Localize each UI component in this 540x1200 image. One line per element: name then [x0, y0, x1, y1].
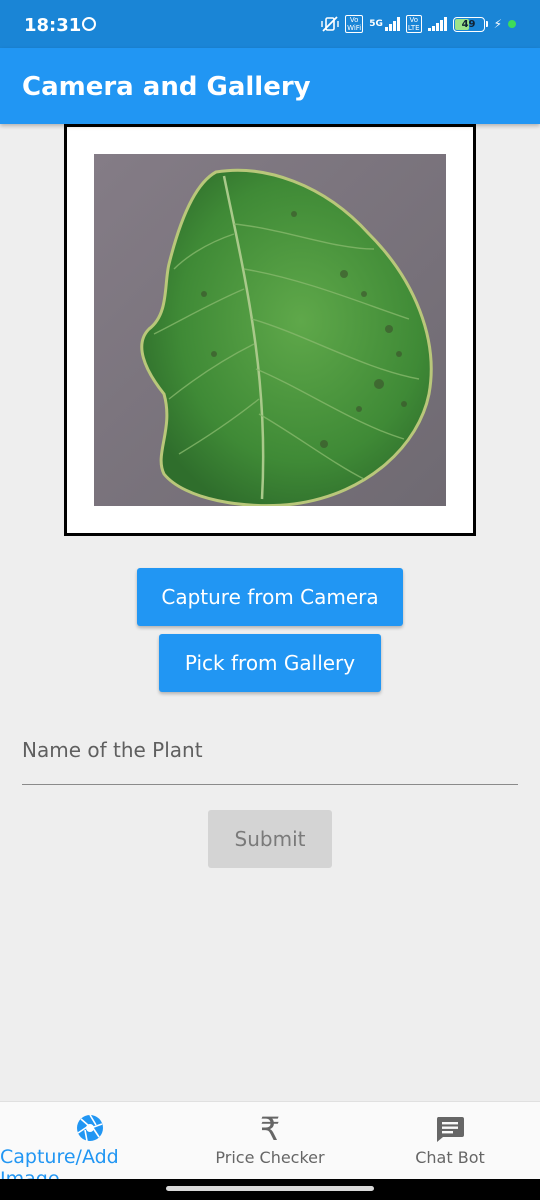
leaf-image	[94, 154, 446, 506]
battery-percent: 49	[461, 18, 476, 30]
status-icons: Vo WiFi 5G Vo LTE 49 ⚡	[321, 15, 516, 33]
plant-name-field	[22, 730, 518, 785]
privacy-dot-icon	[508, 20, 516, 28]
home-indicator[interactable]	[166, 1186, 374, 1191]
image-preview-frame	[64, 124, 476, 536]
page-title: Camera and Gallery	[22, 72, 311, 102]
battery-icon: 49	[452, 16, 485, 32]
volte-badge: Vo LTE	[405, 15, 422, 33]
status-time: 18:31	[24, 15, 82, 36]
signal-icon	[384, 17, 400, 31]
nav-item-capture[interactable]: Capture/Add Image	[0, 1102, 180, 1190]
capture-from-camera-button[interactable]: Capture from Camera	[137, 568, 403, 626]
network-type: 5G	[369, 19, 383, 29]
plant-name-input[interactable]	[22, 730, 518, 770]
system-navigation-bar	[0, 1179, 540, 1200]
nav-item-chat-bot[interactable]: Chat Bot	[360, 1102, 540, 1180]
signal-icon-2	[427, 17, 447, 31]
submit-button[interactable]: Submit	[208, 810, 332, 868]
pick-from-gallery-button[interactable]: Pick from Gallery	[159, 634, 381, 692]
nav-label-chat: Chat Bot	[415, 1148, 485, 1167]
leaf-photo	[94, 154, 446, 506]
charging-icon: ⚡	[493, 17, 502, 31]
alarm-icon	[82, 17, 96, 31]
bottom-navigation: Capture/Add Image ₹ Price Checker Chat B…	[0, 1101, 540, 1190]
rupee-icon: ₹	[259, 1110, 281, 1148]
status-bar: 18:31 Vo WiFi 5G Vo LTE 49 ⚡	[0, 0, 540, 48]
chat-icon	[435, 1114, 465, 1144]
vibrate-off-icon	[321, 16, 339, 32]
battery-tip	[485, 21, 488, 27]
app-bar: Camera and Gallery	[0, 48, 540, 124]
nav-label-price: Price Checker	[215, 1148, 325, 1167]
vowifi-badge: Vo WiFi	[345, 15, 364, 33]
nav-item-price-checker[interactable]: ₹ Price Checker	[180, 1102, 360, 1180]
camera-shutter-icon	[76, 1114, 104, 1142]
